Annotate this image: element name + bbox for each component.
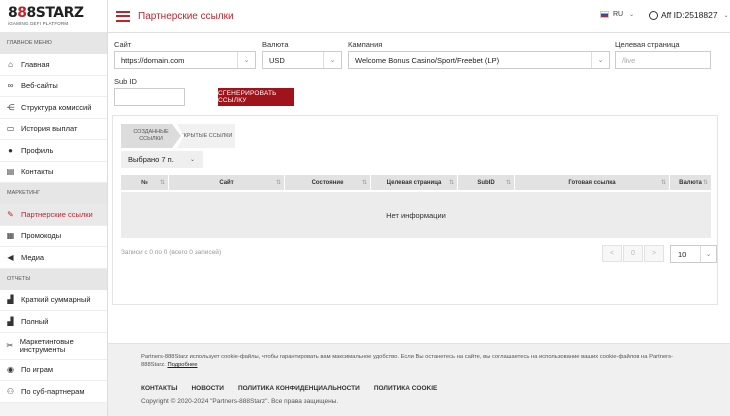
sort-icon: ⇅: [361, 180, 367, 186]
gamepad-icon: ◉: [7, 365, 14, 375]
column-target-page[interactable]: Целевая страница ⇅: [371, 175, 458, 190]
edit-icon: ✎: [7, 209, 14, 219]
column-subid[interactable]: SubID ⇅: [458, 175, 515, 190]
sidebar-item-home[interactable]: ⌂ Главная: [0, 54, 107, 76]
home-icon: ⌂: [8, 59, 13, 69]
currency-label: Валюта: [262, 40, 289, 49]
chevron-down-icon: ⌄: [591, 52, 609, 68]
topbar: Партнерские ссылки RU ⌄ Aff ID:2518827 ⌄: [108, 0, 730, 33]
cookie-notice: Partners-888Starz использует cookie-файл…: [141, 354, 673, 368]
user-icon: ●: [8, 145, 13, 155]
currency-select[interactable]: USD ⌄: [262, 51, 342, 69]
column-currency[interactable]: Валюта ⇅: [670, 175, 711, 190]
column-number[interactable]: № ⇅: [121, 175, 169, 190]
target-page-label: Целевая страница: [615, 40, 680, 49]
russia-flag-icon: [600, 11, 609, 18]
footer-links: КОНТАКТЫ НОВОСТИ ПОЛИТИКА КОНФИДЕНЦИАЛЬН…: [141, 385, 437, 392]
logo-subtitle: iGAMING DEFI PLATFORM: [8, 21, 69, 26]
sidebar-item-marketing-tools[interactable]: ✂ Маркетинговые инструменты: [0, 332, 107, 360]
sidebar-item-profile[interactable]: ● Профиль: [0, 140, 107, 162]
account-icon: [649, 10, 658, 20]
campaign-select[interactable]: Welcome Bonus Casino/Sport/Freebet (LP) …: [348, 51, 610, 69]
copyright: Copyright © 2020-2024 "Partners-888Starz…: [141, 398, 339, 405]
column-site[interactable]: Сайт ⇅: [169, 175, 285, 190]
brand-logo[interactable]: 888STARZ iGAMING DEFI PLATFORM: [0, 0, 107, 33]
sidebar-item-short-summary[interactable]: ▟ Краткий суммарный: [0, 289, 107, 311]
sidebar-item-sub-partners[interactable]: ⚇ По суб-партнерам: [0, 381, 107, 403]
group-icon: ⚇: [6, 386, 15, 396]
share-icon: ⋲: [6, 102, 15, 112]
sidebar-item-full[interactable]: ▟ Полный: [0, 311, 107, 333]
chart-icon: ▟: [7, 316, 14, 326]
chevron-down-icon: ⌄: [237, 52, 255, 68]
section-marketing: Маркетинг: [0, 183, 107, 204]
sort-icon: ⇅: [275, 180, 281, 186]
tab-hidden-links[interactable]: СКРЫТЫЕ ССЫЛКИ: [177, 124, 235, 148]
sidebar-item-payouts[interactable]: ▭ История выплат: [0, 118, 107, 140]
sort-icon: ⇅: [660, 180, 666, 186]
chevron-down-icon: ⌄: [629, 12, 635, 18]
account-menu[interactable]: Aff ID:2518827 ⌄: [649, 10, 729, 20]
next-page-button[interactable]: >: [644, 245, 664, 262]
columns-select[interactable]: Выбрано 7 п. ⌄: [121, 151, 203, 168]
link-icon: ∞: [7, 81, 14, 91]
tab-created-links[interactable]: СОЗДАННЫЕ ССЫЛКИ: [121, 124, 181, 148]
sort-icon: ⇅: [159, 180, 165, 186]
tools-icon: ✂: [6, 340, 14, 350]
section-reports: Отчеты: [0, 268, 107, 290]
sidebar-item-contacts[interactable]: ▤ Контакты: [0, 161, 107, 183]
generate-link-button[interactable]: СГЕНЕРИРОВАТЬ ССЫЛКУ: [218, 88, 294, 106]
empty-table-message: Нет информации: [121, 192, 711, 238]
records-info: Записи с 0 по 0 (всего 0 записей): [121, 249, 222, 256]
target-page-input[interactable]: /live: [615, 51, 711, 69]
campaign-label: Кампания: [348, 40, 383, 49]
megaphone-icon: ◀: [7, 252, 14, 262]
site-select[interactable]: https://domain.com ⌄: [114, 51, 256, 69]
chevron-down-icon: ⌄: [189, 157, 195, 163]
column-ready-link[interactable]: Готовая ссылка ⇅: [515, 175, 670, 190]
subid-label: Sub ID: [114, 77, 137, 86]
sort-icon: ⇅: [702, 180, 708, 186]
chevron-down-icon: ⌄: [723, 12, 729, 19]
logo-text: 888STARZ: [8, 5, 84, 21]
sidebar-item-media[interactable]: ◀ Медиа: [0, 247, 107, 269]
language-selector[interactable]: RU ⌄: [600, 11, 634, 18]
links-panel: СОЗДАННЫЕ ССЫЛКИ СКРЫТЫЕ ССЫЛКИ Выбрано …: [112, 115, 718, 305]
page-title: Партнерские ссылки: [138, 10, 234, 22]
sidebar-item-by-games[interactable]: ◉ По играм: [0, 359, 107, 381]
chevron-down-icon: ⌄: [323, 52, 341, 68]
sidebar-item-promocodes[interactable]: ▦ Промокоды: [0, 225, 107, 247]
sidebar-item-commission[interactable]: ⋲ Структура комиссий: [0, 97, 107, 119]
subid-input[interactable]: [114, 88, 185, 106]
footer-link-cookie-policy[interactable]: ПОЛИТИКА COOKIE: [374, 385, 438, 392]
current-page[interactable]: 0: [623, 245, 643, 262]
wallet-icon: ▭: [6, 124, 15, 134]
sort-icon: ⇅: [505, 180, 511, 186]
footer-link-news[interactable]: НОВОСТИ: [191, 385, 224, 392]
ticket-icon: ▦: [6, 231, 15, 241]
menu-toggle-icon[interactable]: [116, 10, 130, 22]
section-main-menu: Главное меню: [0, 33, 107, 54]
page-size-select[interactable]: 10 ⌄: [670, 245, 717, 263]
table-header: № ⇅ Сайт ⇅ Состояние ⇅ Целевая страница ⇅ Su…: [121, 175, 711, 190]
footer-link-contacts[interactable]: КОНТАКТЫ: [141, 385, 177, 392]
footer-link-privacy[interactable]: ПОЛИТИКА КОНФИДЕНЦИАЛЬНОСТИ: [238, 385, 360, 392]
sidebar: 888STARZ iGAMING DEFI PLATFORM Главное м…: [0, 0, 108, 416]
contact-icon: ▤: [6, 167, 15, 177]
column-status[interactable]: Состояние ⇅: [285, 175, 371, 190]
sidebar-item-partner-links[interactable]: ✎ Партнерские ссылки: [0, 204, 107, 226]
site-label: Сайт: [114, 40, 132, 49]
cookie-more-link[interactable]: Подробнее: [167, 362, 197, 368]
sidebar-item-websites[interactable]: ∞ Веб-сайты: [0, 75, 107, 97]
prev-page-button[interactable]: <: [602, 245, 622, 262]
footer: Partners-888Starz использует cookie-файл…: [108, 343, 730, 416]
chart-icon: ▟: [7, 295, 14, 305]
chevron-down-icon: ⌄: [700, 246, 716, 262]
sort-icon: ⇅: [448, 180, 454, 186]
